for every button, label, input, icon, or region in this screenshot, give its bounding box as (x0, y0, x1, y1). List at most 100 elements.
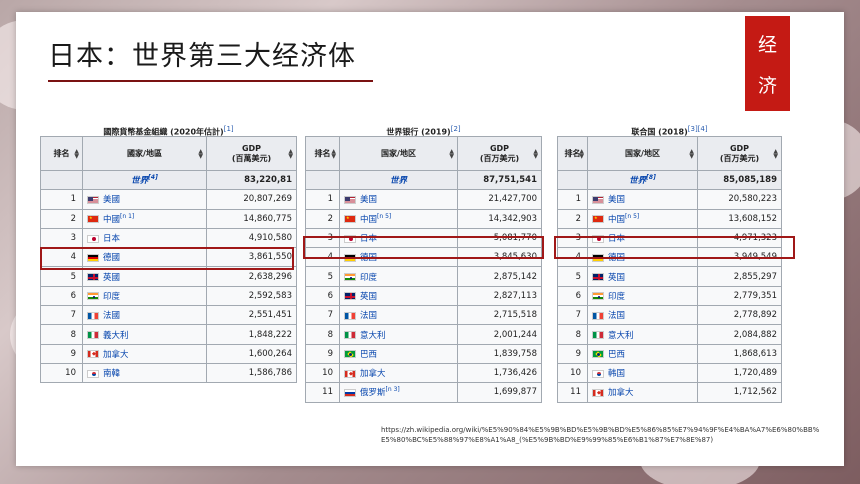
sort-icon: ▲ ▼ (331, 147, 336, 160)
country-link[interactable]: 英国 (608, 273, 625, 283)
rank-cell: 3 (40, 227, 83, 249)
it-flag-icon (344, 331, 356, 340)
country-link[interactable]: 法国 (608, 311, 625, 321)
fr-flag-icon (87, 311, 99, 320)
gb-flag-icon (592, 273, 604, 282)
country-link[interactable]: 美国 (360, 195, 377, 205)
country-link[interactable]: 加拿大 (360, 369, 386, 379)
country-link[interactable]: 義大利 (103, 331, 129, 341)
country-link[interactable]: 加拿大 (608, 388, 634, 398)
country-cell: ◆ 加拿大 (82, 343, 207, 364)
country-link[interactable]: 印度 (103, 292, 120, 302)
kr-flag-icon (592, 369, 604, 378)
country-link[interactable]: 巴西 (608, 350, 625, 360)
country-link[interactable]: 中國 (103, 215, 120, 225)
table-row: 3 日本 4,910,580 (40, 227, 297, 249)
country-cell: 英国 (587, 266, 698, 287)
rank-cell: 8 (305, 324, 340, 345)
country-link[interactable]: 法国 (360, 311, 377, 321)
country-link[interactable]: 韩国 (608, 369, 625, 379)
world-gdp-value: 85,085,189 (697, 169, 782, 191)
header-country[interactable]: 国家/地区 ▲ ▼ (339, 136, 458, 171)
fr-flag-icon (592, 311, 604, 320)
header-rank[interactable]: 排名 ▲ ▼ (305, 136, 340, 171)
gb-flag-icon (87, 273, 99, 282)
country-link[interactable]: 英国 (360, 292, 377, 302)
country-link[interactable]: 意大利 (608, 331, 634, 341)
country-link[interactable]: 南韓 (103, 369, 120, 379)
country-cell: 巴西 (587, 343, 698, 364)
world-label[interactable]: 世界 (131, 176, 148, 186)
japan-highlight-un (554, 236, 795, 259)
gdp-cell: 14,860,775 (206, 208, 297, 229)
country-cell: 意大利 (587, 324, 698, 345)
gdp-cell: 1,586,786 (206, 362, 297, 384)
source-url[interactable]: https://zh.wikipedia.org/wiki/%E5%90%84%… (381, 425, 821, 445)
country-link[interactable]: 美国 (608, 195, 625, 205)
rank-cell: 1 (557, 189, 588, 210)
title-underline (48, 80, 373, 82)
it-flag-icon (87, 331, 99, 340)
country-link[interactable]: 英國 (103, 273, 120, 283)
world-label[interactable]: 世界 (629, 176, 646, 186)
cn-flag-icon: ★ (344, 215, 356, 224)
gdp-cell: 1,868,613 (697, 343, 782, 364)
table-row: 7 法國 2,551,451 (40, 305, 297, 326)
gdp-cell: 1,839,758 (457, 343, 542, 364)
gdp-cell: 20,807,269 (206, 189, 297, 210)
gdp-cell: 1,600,264 (206, 343, 297, 364)
table-row: 7 法国 2,778,892 (557, 305, 782, 326)
world-row: 世界[8] 85,085,189 (557, 169, 782, 191)
kr-flag-icon (87, 369, 99, 378)
header-gdp[interactable]: GDP (百萬美元) ▲ ▼ (206, 136, 297, 171)
country-link[interactable]: 印度 (360, 273, 377, 283)
rank-cell: 8 (557, 324, 588, 345)
country-link[interactable]: 中国 (608, 215, 625, 225)
table-row: 9 巴西 1,839,758 (305, 343, 542, 364)
header-gdp[interactable]: GDP (百万美元) ▲ ▼ (697, 136, 782, 171)
header-country[interactable]: 国家/地区 ▲ ▼ (587, 136, 698, 171)
country-link[interactable]: 加拿大 (103, 350, 129, 360)
country-link[interactable]: 美國 (103, 195, 120, 205)
header-rank[interactable]: 排名 ▲ ▼ (40, 136, 83, 171)
header-country[interactable]: 國家/地區 ▲ ▼ (82, 136, 207, 171)
country-cell: 印度 (339, 266, 458, 287)
country-link[interactable]: 俄罗斯 (360, 388, 386, 398)
country-link[interactable]: 法國 (103, 311, 120, 321)
country-link[interactable]: 日本 (103, 234, 120, 244)
gdp-cell: 1,720,489 (697, 362, 782, 384)
sort-icon: ▲ ▼ (198, 147, 203, 160)
country-link[interactable]: 巴西 (360, 350, 377, 360)
gdp-cell: 2,001,244 (457, 324, 542, 345)
in-flag-icon (87, 292, 99, 301)
country-cell: 法国 (587, 305, 698, 326)
sort-icon: ▲ ▼ (773, 147, 778, 160)
rank-cell: 7 (305, 305, 340, 326)
worldbank-table-title: 世界银行 (2019)[2] (386, 125, 461, 137)
slide-title: 日本：世界第三大经济体 (48, 41, 356, 72)
un-gdp-table: 排名 ▲ ▼ 国家/地区 ▲ ▼ GDP (百万美元) ▲ ▼ 世界[8] 85,085,189… (557, 136, 782, 403)
gdp-cell: 2,779,351 (697, 285, 782, 307)
sort-icon: ▲ ▼ (579, 147, 584, 160)
header-gdp[interactable]: GDP (百万美元) ▲ ▼ (457, 136, 542, 171)
us-flag-icon (592, 195, 604, 204)
tag-char-2: 济 (757, 74, 777, 97)
header-rank[interactable]: 排名 ▲ ▼ (557, 136, 588, 171)
country-cell: 英国 (339, 285, 458, 307)
jp-flag-icon (87, 234, 99, 243)
fr-flag-icon (344, 311, 356, 320)
world-row: 世界 87,751,541 (305, 169, 542, 191)
rank-cell: 1 (305, 189, 340, 210)
country-link[interactable]: 意大利 (360, 331, 386, 341)
rank-cell: 5 (305, 266, 340, 287)
country-cell: 日本 (82, 227, 207, 249)
in-flag-icon (344, 273, 356, 282)
country-link[interactable]: 印度 (608, 292, 625, 302)
ca-flag-icon: ◆ (87, 350, 99, 359)
world-label[interactable]: 世界 (390, 176, 407, 186)
gdp-cell: 2,778,892 (697, 305, 782, 326)
country-cell: ★ 中国[n 5] (587, 208, 698, 229)
japan-highlight-worldbank (303, 236, 544, 259)
table-row: 11 俄罗斯[n 3] 1,699,877 (305, 382, 542, 403)
country-link[interactable]: 中国 (360, 215, 377, 225)
